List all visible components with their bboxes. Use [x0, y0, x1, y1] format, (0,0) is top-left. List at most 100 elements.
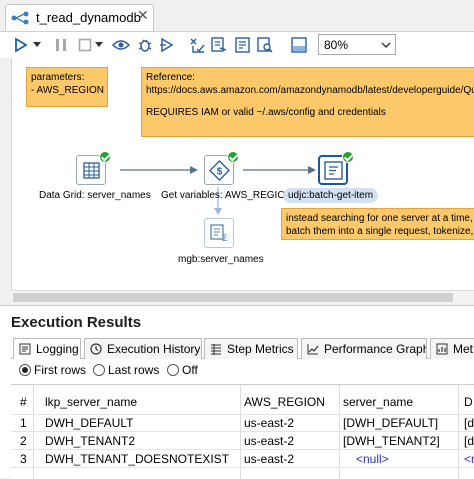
explore-db-button[interactable]	[254, 35, 276, 55]
table-cell[interactable]: [d	[464, 416, 474, 430]
replay-icon	[160, 37, 174, 53]
table-cell[interactable]: us-east-2	[244, 434, 294, 448]
tab-step-metrics[interactable]: Step Metrics	[204, 338, 298, 359]
sql-button[interactable]	[232, 35, 254, 55]
hop-arrow	[120, 166, 198, 174]
chevron-down-icon	[381, 42, 391, 48]
show-results-button[interactable]	[288, 35, 310, 55]
success-check-icon	[342, 151, 354, 163]
table-cell[interactable]: us-east-2	[244, 452, 294, 466]
editor-tab-bar: t_read_dynamodb ✕	[0, 0, 474, 31]
pause-button[interactable]	[50, 35, 72, 55]
bug-icon	[138, 39, 152, 52]
success-check-icon	[99, 151, 111, 163]
radio-label: Last rows	[108, 363, 160, 377]
svg-text:Σ: Σ	[222, 233, 228, 243]
metrics-grid-icon	[211, 344, 221, 355]
results-panel-icon	[291, 37, 307, 53]
note-batch[interactable]: instead searching for one server at a ti…	[281, 208, 474, 240]
transformation-toolbar: 80%	[0, 31, 474, 58]
row-number: 2	[20, 434, 27, 448]
data-grid-icon	[83, 162, 100, 179]
column-header[interactable]: server_name	[343, 395, 413, 409]
tab-execution-history[interactable]: Execution History	[84, 338, 202, 359]
line-chart-icon	[307, 344, 319, 355]
transformation-icon	[11, 11, 29, 25]
eye-icon	[112, 40, 130, 50]
tab-label: Step Metrics	[227, 342, 294, 356]
pause-icon	[56, 39, 66, 51]
tab-label: Execution History	[107, 342, 201, 356]
radio-off[interactable]	[167, 364, 179, 376]
sql-icon	[235, 37, 250, 53]
editor-tab-label: t_read_dynamodb	[36, 10, 141, 25]
close-tab-icon[interactable]: ✕	[137, 7, 149, 24]
tab-label: Met	[453, 342, 474, 356]
get-variables-icon: $	[209, 160, 230, 181]
column-header[interactable]: AWS_REGION	[244, 395, 325, 409]
logging-icon	[19, 343, 31, 355]
row-number: 3	[20, 452, 27, 466]
step-mgb-server-names[interactable]: Σ	[204, 218, 234, 248]
tab-logging[interactable]: Logging	[13, 338, 81, 359]
editor-tab-t-read-dynamodb[interactable]: t_read_dynamodb ✕	[5, 4, 154, 31]
verify-icon	[190, 38, 205, 53]
note-text-line: instead searching for one server at a ti…	[286, 213, 473, 224]
chevron-down-icon	[95, 42, 103, 47]
java-class-icon	[324, 161, 343, 180]
search-icon	[257, 37, 273, 53]
table-cell[interactable]: DWH_DEFAULT	[45, 416, 133, 430]
step-label: mgb:server_names	[178, 254, 264, 265]
table-cell[interactable]: [DWH_DEFAULT]	[343, 416, 438, 430]
replay-button[interactable]	[156, 35, 178, 55]
hop-arrow	[243, 166, 316, 174]
note-text-line: batch them into a single request, tokeni…	[286, 226, 474, 237]
metrics-icon	[436, 343, 448, 355]
preview-button[interactable]	[110, 35, 132, 55]
stop-icon	[78, 38, 92, 52]
stop-options-dropdown[interactable]	[92, 35, 106, 55]
table-cell[interactable]: [d	[464, 434, 474, 448]
run-button[interactable]	[10, 35, 32, 55]
chevron-down-icon	[33, 42, 41, 47]
row-number: 1	[20, 416, 27, 430]
column-header[interactable]: lkp_server_name	[45, 395, 137, 409]
execution-results-panel: Execution Results Logging Execution Hist…	[0, 305, 474, 479]
table-cell[interactable]: DWH_TENANT_DOESNOTEXIST	[45, 452, 229, 466]
tab-label: Logging	[36, 342, 79, 356]
results-table: # lkp_server_name AWS_REGION server_name…	[11, 384, 474, 479]
step-label: Get variables: AWS_REGION	[161, 190, 293, 201]
execution-results-title: Execution Results	[11, 314, 142, 331]
table-cell[interactable]: [DWH_TENANT2]	[343, 434, 440, 448]
results-tab-bar: Logging Execution History Step Metrics P…	[11, 337, 474, 359]
column-header[interactable]: #	[20, 395, 27, 409]
table-cell[interactable]: us-east-2	[244, 416, 294, 430]
zoom-value: 80%	[324, 38, 349, 52]
scrollbar-thumb[interactable]	[13, 293, 453, 302]
step-label: Data Grid: server_names	[39, 190, 151, 201]
table-cell[interactable]: DWH_TENANT2	[45, 434, 135, 448]
svg-text:$: $	[217, 167, 223, 178]
impact-button[interactable]	[208, 35, 230, 55]
history-clock-icon	[90, 343, 102, 355]
radio-first-rows[interactable]	[19, 364, 31, 376]
table-cell-null[interactable]: <n	[464, 452, 474, 466]
tab-performance-graph[interactable]: Performance Graph	[301, 338, 427, 359]
radio-label: First rows	[34, 363, 86, 377]
column-header[interactable]: D	[464, 395, 473, 409]
table-cell-null[interactable]: <null>	[356, 452, 389, 466]
step-label-selected: udjc:batch-get-item	[283, 188, 379, 203]
run-options-dropdown[interactable]	[30, 35, 44, 55]
tab-metrics[interactable]: Met	[430, 338, 474, 359]
group-by-icon: Σ	[210, 224, 228, 243]
transformation-canvas[interactable]: parameters: - AWS_REGION Reference: http…	[11, 58, 474, 290]
canvas-horizontal-scrollbar[interactable]	[11, 290, 474, 304]
debug-button[interactable]	[134, 35, 156, 55]
tab-label: Performance Graph	[324, 342, 427, 356]
radio-last-rows[interactable]	[93, 364, 105, 376]
impact-icon	[211, 37, 227, 52]
radio-label: Off	[182, 363, 198, 377]
run-icon	[15, 37, 28, 53]
zoom-select[interactable]: 80%	[318, 34, 396, 55]
verify-button[interactable]	[186, 35, 208, 55]
